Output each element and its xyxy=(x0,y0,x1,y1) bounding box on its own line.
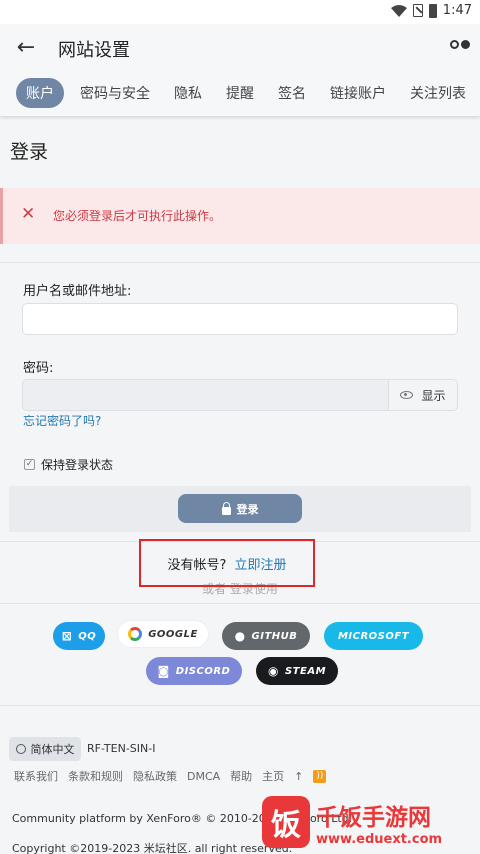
steam-icon: ◉ xyxy=(267,664,279,678)
discord-login-button[interactable]: ◙ DISCORD xyxy=(146,657,242,685)
steam-label: STEAM xyxy=(284,665,327,677)
discord-label: DISCORD xyxy=(175,665,231,677)
rss-icon[interactable]: )) xyxy=(313,769,327,783)
tab-password-security[interactable]: 密码与安全 xyxy=(72,79,158,107)
github-label: GITHUB xyxy=(251,630,298,642)
status-bar: 1:47 xyxy=(0,0,480,24)
copyright-site: Copyright ©2019-2023 米坛社区. all right res… xyxy=(12,842,293,854)
google-icon xyxy=(128,627,143,641)
login-button[interactable]: 登录 xyxy=(178,494,302,523)
username-label: 用户名或邮件地址: xyxy=(23,284,132,299)
tab-account[interactable]: 账户 xyxy=(16,78,64,108)
footer-link-privacy[interactable]: 隐私政策 xyxy=(133,768,177,784)
username-input[interactable] xyxy=(22,303,458,335)
eye-icon xyxy=(400,391,414,399)
tab-following[interactable]: 关注列表 xyxy=(402,79,474,107)
password-label: 密码: xyxy=(23,361,54,376)
divider xyxy=(0,262,480,263)
style-chooser[interactable]: RF-TEN-SIN-I xyxy=(87,742,155,755)
microsoft-label: MICROSOFT xyxy=(337,630,410,642)
tab-linked-accounts[interactable]: 链接账户 xyxy=(322,79,394,107)
lock-icon xyxy=(221,501,231,515)
github-icon: ● xyxy=(234,629,246,643)
language-chooser[interactable]: 简体中文 xyxy=(9,737,81,761)
watermark-url: www.eduext.com xyxy=(316,831,443,847)
footer-link-contact[interactable]: 联系我们 xyxy=(14,768,58,784)
qq-icon: ⊠ xyxy=(61,629,73,643)
footer-link-help[interactable]: 帮助 xyxy=(230,768,252,784)
app-bar: ← 网站设置 账户 密码与安全 隐私 提醒 签名 链接账户 关注列表 屏蔽 xyxy=(0,24,480,116)
scroll-top-icon[interactable]: ↑ xyxy=(294,770,303,783)
microsoft-login-button[interactable]: MICROSOFT xyxy=(324,622,423,650)
page-title: 网站设置 xyxy=(58,40,130,61)
tab-signature[interactable]: 签名 xyxy=(270,79,314,107)
keep-logged-in-checkbox[interactable]: ✓ 保持登录状态 xyxy=(24,456,113,473)
error-alert: ✕ 您必须登录后才可执行此操作。 xyxy=(0,188,480,244)
watermark-logo: 饭 xyxy=(262,796,310,848)
settings-tabs: 账户 密码与安全 隐私 提醒 签名 链接账户 关注列表 屏蔽 xyxy=(0,78,480,108)
globe-icon xyxy=(15,744,26,754)
divider xyxy=(0,603,480,604)
keep-logged-in-label: 保持登录状态 xyxy=(41,458,114,472)
show-password-button[interactable]: 显示 xyxy=(388,379,458,411)
show-password-label: 显示 xyxy=(421,388,446,403)
tab-privacy[interactable]: 隐私 xyxy=(166,79,210,107)
login-heading: 登录 xyxy=(10,141,49,163)
back-arrow-icon[interactable]: ← xyxy=(12,34,40,62)
footer-link-dmca[interactable]: DMCA xyxy=(187,770,220,783)
qq-login-button[interactable]: ⊠ QQ xyxy=(53,622,105,650)
footer-link-terms[interactable]: 条款和规则 xyxy=(68,768,123,784)
sim-icon xyxy=(412,4,423,17)
register-link[interactable]: 立即注册 xyxy=(234,554,286,573)
watermark: 饭 千饭手游网 www.eduext.com xyxy=(262,790,480,854)
google-login-button[interactable]: GOOGLE xyxy=(117,620,209,648)
steam-login-button[interactable]: ◉ STEAM xyxy=(256,657,338,685)
github-login-button[interactable]: ● GITHUB xyxy=(222,622,310,650)
wifi-icon xyxy=(390,4,407,17)
qq-label: QQ xyxy=(78,630,97,642)
alert-message: 您必须登录后才可执行此操作。 xyxy=(53,209,222,223)
register-prompt: 没有帐号? 立即注册 xyxy=(139,539,315,587)
google-label: GOOGLE xyxy=(148,628,198,640)
checkbox-icon: ✓ xyxy=(24,459,35,470)
divider xyxy=(0,705,480,706)
language-label: 简体中文 xyxy=(30,743,75,756)
watermark-title: 千饭手游网 xyxy=(316,804,431,831)
discord-icon: ◙ xyxy=(157,664,170,678)
login-button-label: 登录 xyxy=(236,502,259,516)
close-icon: ✕ xyxy=(21,204,36,224)
more-options-icon[interactable] xyxy=(450,40,470,49)
footer-links: 联系我们 条款和规则 隐私政策 DMCA 帮助 主页 ↑ )) xyxy=(14,768,327,784)
tab-alerts[interactable]: 提醒 xyxy=(218,79,262,107)
forgot-password-link[interactable]: 忘记密码了吗? xyxy=(23,412,101,429)
status-time: 1:47 xyxy=(442,3,472,18)
battery-icon xyxy=(428,3,437,18)
footer-link-home[interactable]: 主页 xyxy=(262,768,284,784)
password-input[interactable] xyxy=(22,379,389,411)
register-question: 没有帐号? xyxy=(167,557,227,573)
